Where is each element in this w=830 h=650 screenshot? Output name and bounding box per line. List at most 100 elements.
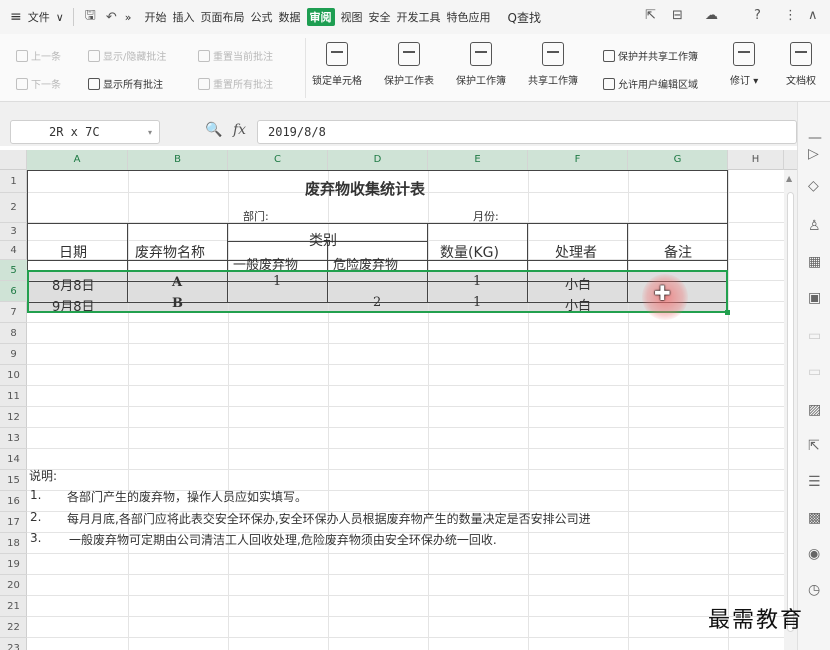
picture-icon[interactable]: ▩ bbox=[808, 510, 821, 526]
row-header-6[interactable]: 6 bbox=[0, 281, 27, 302]
protect-book-button[interactable]: 保护工作簿 bbox=[456, 42, 506, 87]
prev-comment-button[interactable]: 上一条 bbox=[16, 48, 61, 63]
share-icon[interactable]: ⇱ bbox=[645, 8, 656, 23]
tab-home[interactable]: 开始 bbox=[145, 9, 167, 25]
undo-icon[interactable]: ↶ bbox=[106, 10, 117, 25]
help-button[interactable]: ? bbox=[754, 8, 761, 23]
row-header-11[interactable]: 11 bbox=[0, 386, 27, 407]
tab-review[interactable]: 审阅 bbox=[306, 8, 335, 26]
scroll-up-icon[interactable]: ▲ bbox=[786, 174, 792, 183]
note-number-3: 3. bbox=[30, 531, 42, 545]
more-icon[interactable]: » bbox=[125, 11, 132, 24]
allow-edit-range-button[interactable]: 允许用户编辑区域 bbox=[603, 76, 698, 91]
collapse-ribbon-icon[interactable]: ∧ bbox=[808, 8, 818, 23]
row-header-3[interactable]: 3 bbox=[0, 223, 27, 241]
row-header-1[interactable]: 1 bbox=[0, 170, 27, 193]
row-header-17[interactable]: 17 bbox=[0, 512, 27, 533]
row-header-18[interactable]: 18 bbox=[0, 533, 27, 554]
tab-formula[interactable]: 公式 bbox=[251, 9, 273, 25]
zoom-icon[interactable]: 🔍 bbox=[205, 122, 222, 138]
save-icon[interactable]: 🖫 bbox=[85, 6, 96, 28]
history-icon[interactable]: ◷ bbox=[808, 582, 820, 598]
row-header-22[interactable]: 22 bbox=[0, 617, 27, 638]
scrollbar-thumb[interactable] bbox=[787, 192, 794, 632]
show-all-comments-button[interactable]: 显示所有批注 bbox=[88, 76, 163, 91]
row-header-4[interactable]: 4 bbox=[0, 241, 27, 260]
row-header-2[interactable]: 2 bbox=[0, 193, 27, 223]
vertical-scrollbar[interactable]: ▲ bbox=[784, 170, 797, 650]
gridline-v bbox=[528, 170, 529, 650]
cloud-icon[interactable]: ☁ bbox=[705, 8, 718, 23]
row-header-12[interactable]: 12 bbox=[0, 407, 27, 428]
table-icon[interactable]: ▦ bbox=[808, 254, 821, 270]
column-header-h[interactable]: H bbox=[728, 150, 784, 170]
fill-handle[interactable] bbox=[725, 310, 730, 315]
disabled-tool-icon-2[interactable]: ▭ bbox=[808, 364, 821, 380]
fx-icon[interactable]: fx bbox=[233, 122, 246, 138]
settings-icon[interactable]: ◉ bbox=[808, 546, 820, 562]
image-icon[interactable]: ▨ bbox=[808, 402, 821, 418]
tab-insert[interactable]: 插入 bbox=[173, 9, 195, 25]
row-header-23[interactable]: 23 bbox=[0, 638, 27, 650]
row-header-16[interactable]: 16 bbox=[0, 491, 27, 512]
row-header-5[interactable]: 5 bbox=[0, 260, 27, 281]
column-header-d[interactable]: D bbox=[328, 150, 428, 170]
row-header-20[interactable]: 20 bbox=[0, 575, 27, 596]
lock-cell-button[interactable]: 锁定单元格 bbox=[312, 42, 362, 87]
row-header-21[interactable]: 21 bbox=[0, 596, 27, 617]
reset-current-comment-label: 重置当前批注 bbox=[213, 52, 273, 63]
disabled-tool-icon[interactable]: ▭ bbox=[808, 328, 821, 344]
row-header-19[interactable]: 19 bbox=[0, 554, 27, 575]
reset-current-comment-button[interactable]: 重置当前批注 bbox=[198, 48, 273, 63]
protect-share-book-button[interactable]: 保护并共享工作簿 bbox=[603, 48, 698, 63]
doc-rights-label: 文档权 bbox=[786, 76, 816, 87]
row-header-13[interactable]: 13 bbox=[0, 428, 27, 449]
tab-data[interactable]: 数据 bbox=[279, 9, 301, 25]
formula-input[interactable]: 2019/8/8 bbox=[257, 120, 797, 144]
column-header-a[interactable]: A bbox=[27, 150, 128, 170]
shapes-icon[interactable]: ◇ bbox=[808, 178, 819, 194]
reset-all-comments-button[interactable]: 重置所有批注 bbox=[198, 76, 273, 91]
row-header-7[interactable]: 7 bbox=[0, 302, 27, 323]
track-changes-label: 修订 bbox=[730, 76, 750, 87]
column-header-b[interactable]: B bbox=[128, 150, 228, 170]
row-header-15[interactable]: 15 bbox=[0, 470, 27, 491]
row-header-10[interactable]: 10 bbox=[0, 365, 27, 386]
show-hide-comment-button[interactable]: 显示/隐藏批注 bbox=[88, 48, 166, 63]
next-comment-button[interactable]: 下一条 bbox=[16, 76, 61, 91]
pointer-icon[interactable]: ▷ bbox=[808, 146, 819, 162]
menu-file[interactable]: 文件 bbox=[28, 9, 50, 25]
track-changes-button[interactable]: 修订 ▾ bbox=[730, 42, 758, 87]
layout-icon[interactable]: ⊟ bbox=[672, 8, 683, 23]
search-button[interactable]: Q查找 bbox=[508, 9, 541, 26]
hamburger-menu-icon[interactable]: ≡ bbox=[10, 9, 22, 25]
spreadsheet-grid[interactable]: ABCDEFGH 1 2 3 4 5 6 7 8 9 10 11 12 13 14 15 16 17 18 19 20… bbox=[0, 146, 797, 650]
tab-page-layout[interactable]: 页面布局 bbox=[201, 9, 245, 25]
tab-view[interactable]: 视图 bbox=[341, 9, 363, 25]
name-box-dropdown-icon[interactable]: ▾ bbox=[148, 128, 152, 137]
cell-area[interactable]: 废弃物收集统计表 部门: 月份: 日期 废弃物名称 类别 一般废弃物 危险废弃物… bbox=[27, 170, 797, 650]
tab-special[interactable]: 特色应用 bbox=[447, 9, 491, 25]
grid-view-icon[interactable]: ▣ bbox=[808, 290, 821, 306]
kebab-menu-icon[interactable]: ⋮ bbox=[784, 8, 797, 23]
tab-developer[interactable]: 开发工具 bbox=[397, 9, 441, 25]
doc-rights-button[interactable]: 文档权 bbox=[786, 42, 816, 87]
selection-box[interactable] bbox=[27, 270, 728, 313]
column-header-g[interactable]: G bbox=[628, 150, 728, 170]
share-book-button[interactable]: 共享工作簿 bbox=[528, 42, 578, 87]
file-caret-icon[interactable]: ∨ bbox=[56, 11, 64, 24]
select-all-corner[interactable] bbox=[0, 150, 27, 170]
list-icon[interactable]: ☰ bbox=[808, 474, 821, 490]
tab-security[interactable]: 安全 bbox=[369, 9, 391, 25]
column-header-f[interactable]: F bbox=[528, 150, 628, 170]
protect-sheet-button[interactable]: 保护工作表 bbox=[384, 42, 434, 87]
row-header-8[interactable]: 8 bbox=[0, 323, 27, 344]
export-icon[interactable]: ⇱ bbox=[808, 438, 820, 454]
name-box[interactable]: 2R x 7C bbox=[10, 120, 160, 144]
column-header-c[interactable]: C bbox=[228, 150, 328, 170]
row-header-14[interactable]: 14 bbox=[0, 449, 27, 470]
column-header-e[interactable]: E bbox=[428, 150, 528, 170]
minimize-icon[interactable]: — bbox=[808, 130, 822, 146]
row-header-9[interactable]: 9 bbox=[0, 344, 27, 365]
user-icon[interactable]: ♙ bbox=[808, 218, 821, 234]
